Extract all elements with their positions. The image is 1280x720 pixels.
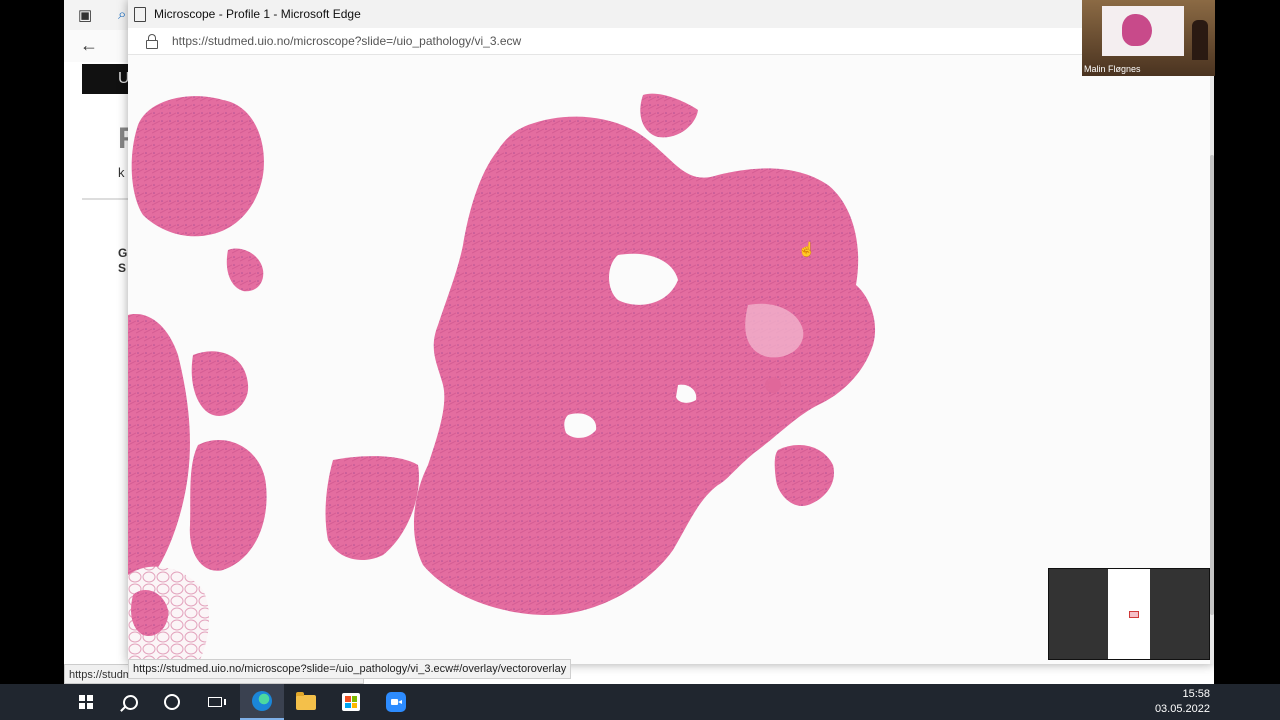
cortana-button[interactable] [150,684,194,720]
start-button[interactable] [64,684,108,720]
pointer-cursor-icon: ☝ [798,241,816,257]
popup-address-bar[interactable]: https://studmed.uio.no/microscope?slide=… [128,28,1214,55]
search-icon [122,694,138,710]
page-icon [134,6,146,22]
participant-name: Malin Fløgnes [1084,64,1141,74]
microscope-popup-window[interactable]: Microscope - Profile 1 - Microsoft Edge … [128,0,1214,664]
webcam-person [1192,20,1208,60]
search-icon[interactable]: ⌕ [118,6,126,23]
store-icon [342,693,360,711]
search-button[interactable] [108,684,152,720]
vertical-scrollbar[interactable] [1210,55,1214,664]
task-view-button[interactable] [193,684,237,720]
windows-taskbar: 15:58 03.05.2022 [0,684,1280,720]
popup-window-title: Microscope - Profile 1 - Microsoft Edge [154,7,361,21]
cortana-icon [164,694,180,710]
page-text-fragment-1: G [118,246,128,260]
tissue-fragment [189,439,267,571]
tab-actions-icon[interactable]: ▣ [78,6,92,24]
tissue-fragment [131,96,264,237]
webcam-slide-image [1122,14,1152,46]
clock-date: 03.05.2022 [1154,703,1210,715]
tissue-fragment [640,93,698,138]
tissue-fragment [774,445,834,506]
windows-logo-icon [79,695,93,709]
page-subtitle-fragment: k [118,165,125,180]
tissue-fragment [226,248,264,292]
tissue-fragment [413,116,876,615]
page-text-fragment-2: S [118,261,127,275]
webcam-thumbnail[interactable]: Malin Fløgnes [1082,0,1215,76]
zoom-icon [386,692,406,712]
tissue-fragment [325,456,419,560]
system-clock[interactable]: 15:58 03.05.2022 [1155,687,1210,717]
store-button[interactable] [329,684,373,720]
link-preview-status: https://studmed.uio.no/microscope?slide=… [128,659,572,679]
zoom-button[interactable] [374,684,418,720]
edge-taskbar-button[interactable] [240,684,284,720]
address-url[interactable]: https://studmed.uio.no/microscope?slide=… [172,34,521,48]
popup-title-bar[interactable]: Microscope - Profile 1 - Microsoft Edge [128,0,1214,28]
task-view-icon [208,697,226,707]
folder-icon [296,691,316,710]
clock-time: 15:58 [1182,688,1210,700]
edge-icon [252,691,272,711]
lock-icon[interactable] [146,34,158,49]
tissue-fragment [191,351,249,416]
minimap-viewport-box[interactable] [1129,611,1139,618]
back-arrow-icon[interactable]: ← [80,35,98,56]
slide-viewer[interactable]: ☝ [128,55,1210,664]
page-divider [82,198,132,200]
tissue-fragment [128,314,190,600]
slide-minimap[interactable] [1048,568,1210,660]
scrollbar-thumb[interactable] [1210,155,1214,615]
file-explorer-button[interactable] [284,684,328,720]
